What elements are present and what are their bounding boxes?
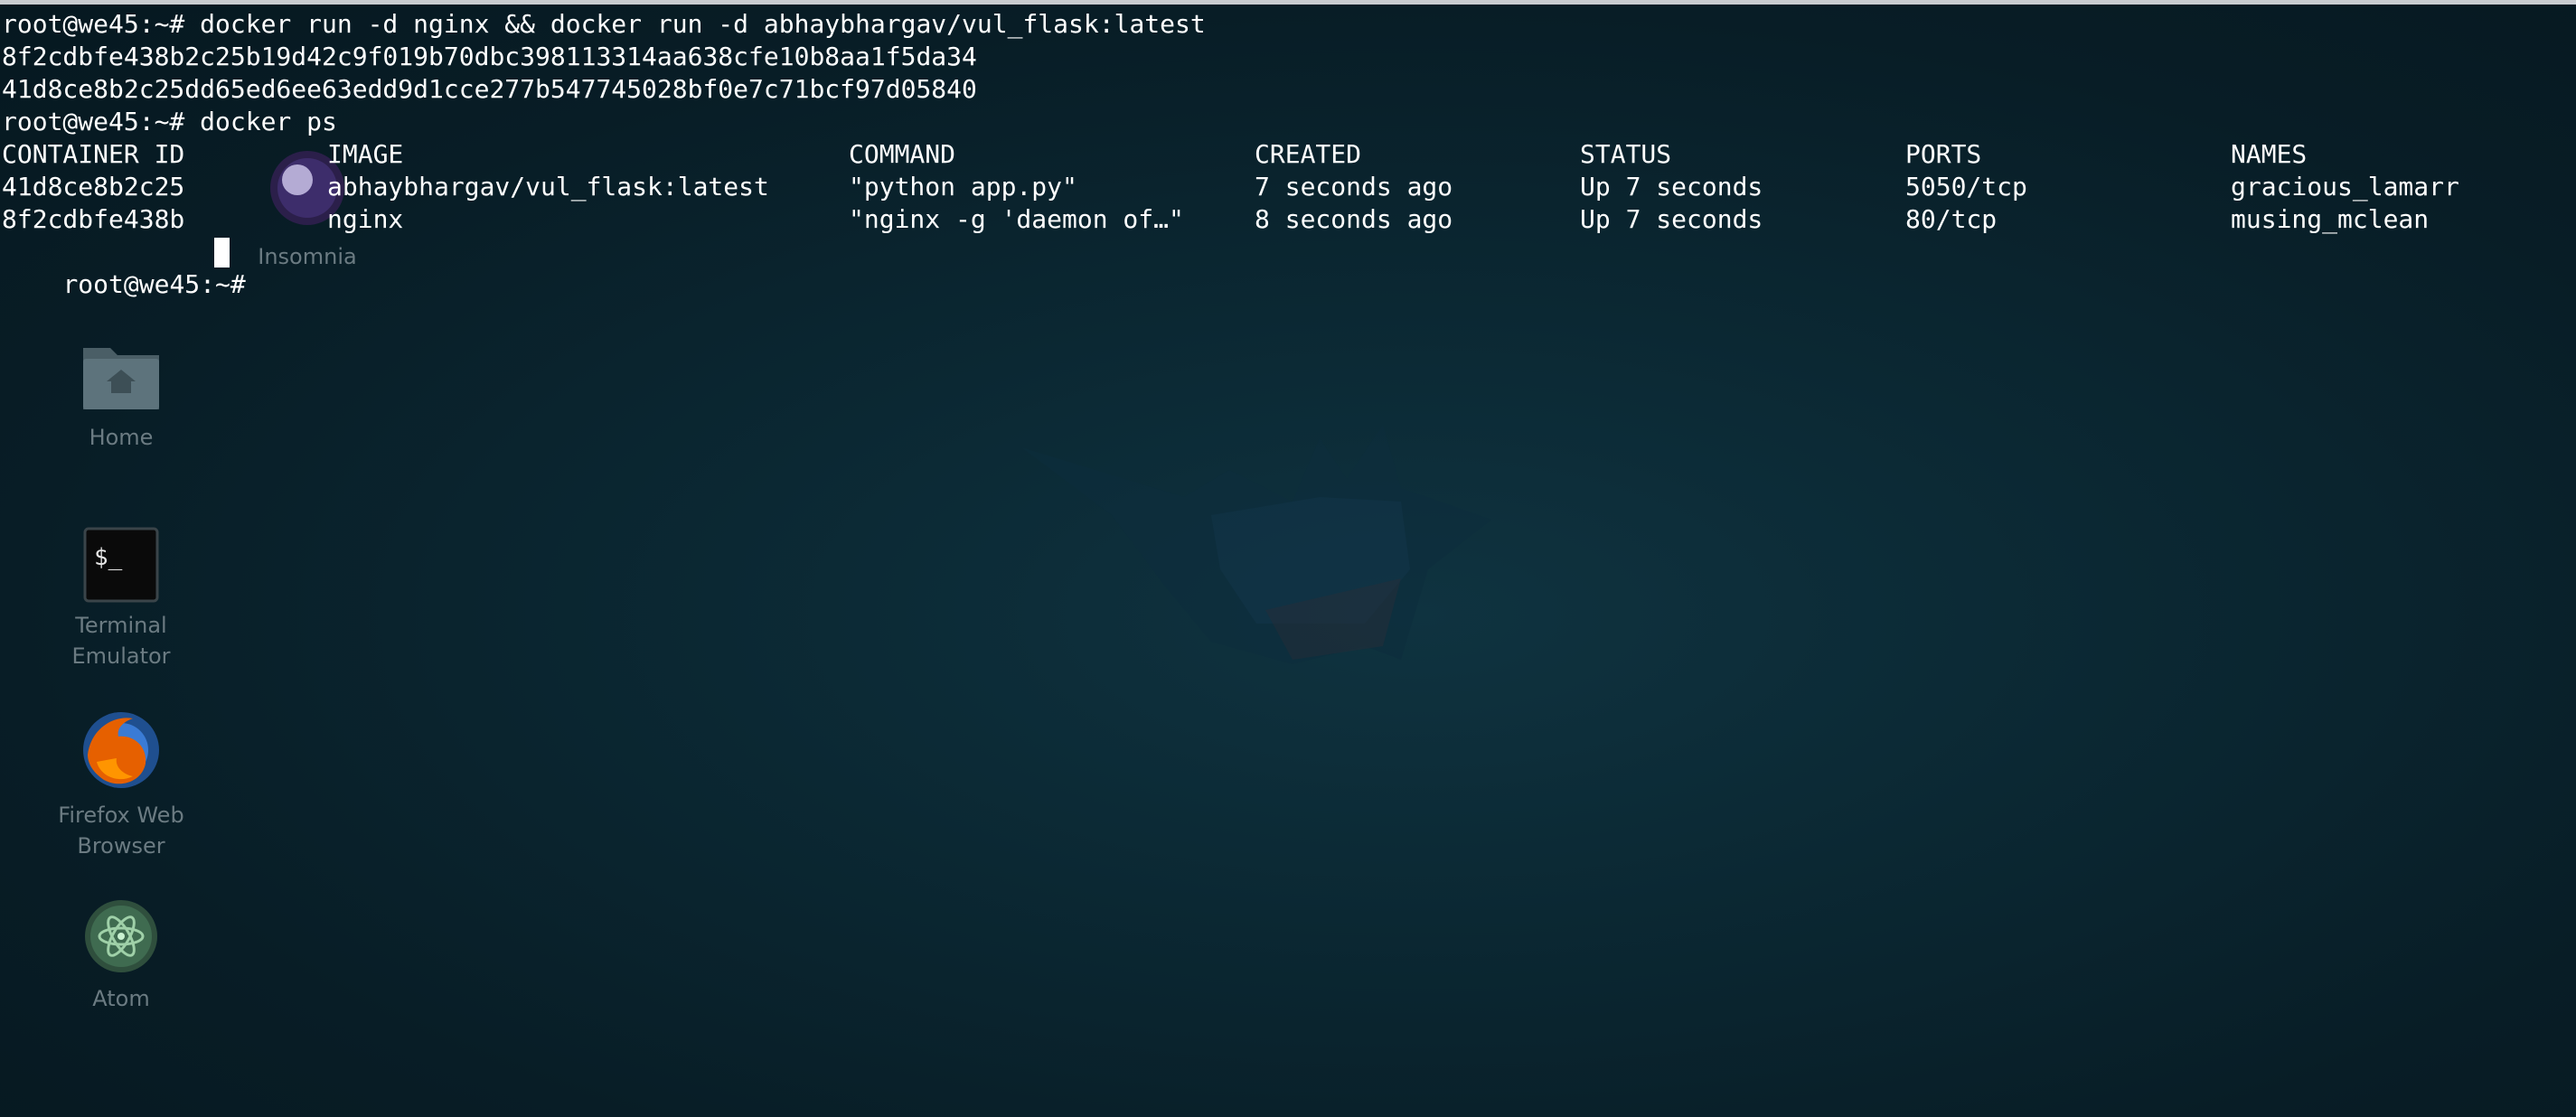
header-container-id: CONTAINER ID	[2, 139, 185, 169]
terminal-command-line: root@we45:~# docker ps	[2, 107, 337, 136]
header-status: STATUS	[1580, 139, 1672, 169]
cell-ports: 5050/tcp	[1905, 172, 2027, 202]
cell-created: 7 seconds ago	[1255, 172, 1453, 202]
atom-icon	[85, 900, 157, 972]
background-mascot-image	[1021, 425, 1491, 664]
cell-image: nginx	[327, 204, 404, 234]
terminal-prompt: root@we45:~#	[62, 269, 246, 299]
header-ports: PORTS	[1905, 139, 1982, 169]
container-id-output: 8f2cdbfe438b2c25b19d42c9f019b70dbc398113…	[2, 42, 977, 71]
cell-status: Up 7 seconds	[1580, 204, 1763, 234]
terminal-cursor	[214, 238, 230, 268]
terminal-command-line: root@we45:~# docker run -d nginx && dock…	[2, 9, 1206, 39]
desktop-icon-atom[interactable]: Atom	[31, 896, 212, 1014]
terminal-prompt-line[interactable]: root@we45:~#	[2, 236, 246, 333]
header-command: COMMAND	[849, 139, 956, 169]
cell-container-id: 41d8ce8b2c25	[2, 172, 185, 202]
home-folder-icon	[83, 348, 159, 409]
header-created: CREATED	[1255, 139, 1362, 169]
header-image: IMAGE	[327, 139, 404, 169]
cell-names: musing_mclean	[2231, 204, 2430, 234]
cell-names: gracious_lamarr	[2231, 172, 2459, 202]
desktop-icon-label: Firefox Web Browser	[58, 803, 184, 859]
cell-created: 8 seconds ago	[1255, 204, 1453, 234]
cell-container-id: 8f2cdbfe438b	[2, 204, 185, 234]
firefox-icon	[83, 712, 159, 788]
header-names: NAMES	[2231, 139, 2308, 169]
cell-image: abhaybhargav/vul_flask:latest	[327, 172, 769, 202]
docker-ps-row: 41d8ce8b2c25 abhaybhargav/vul_flask:late…	[2, 171, 2569, 203]
desktop-icon-terminal[interactable]: $_ Terminal Emulator	[31, 527, 212, 671]
terminal-icon: $_	[83, 527, 159, 603]
container-id-output: 41d8ce8b2c25dd65ed6ee63edd9d1cce277b5477…	[2, 74, 977, 104]
docker-ps-header-row: CONTAINER ID IMAGE COMMAND CREATED STATU…	[2, 138, 2569, 171]
cell-status: Up 7 seconds	[1580, 172, 1763, 202]
desktop-icon-label: Atom	[92, 986, 150, 1011]
cell-command: "nginx -g 'daemon of…"	[849, 204, 1184, 234]
cell-ports: 80/tcp	[1905, 204, 1998, 234]
desktop-icon-firefox[interactable]: Firefox Web Browser	[31, 708, 212, 861]
svg-text:$_: $_	[94, 544, 123, 571]
desktop-icon-label: Terminal Emulator	[71, 613, 171, 669]
docker-ps-row: 8f2cdbfe438b nginx "nginx -g 'daemon of……	[2, 203, 2569, 236]
window-top-border	[0, 0, 2576, 5]
cell-command: "python app.py"	[849, 172, 1077, 202]
